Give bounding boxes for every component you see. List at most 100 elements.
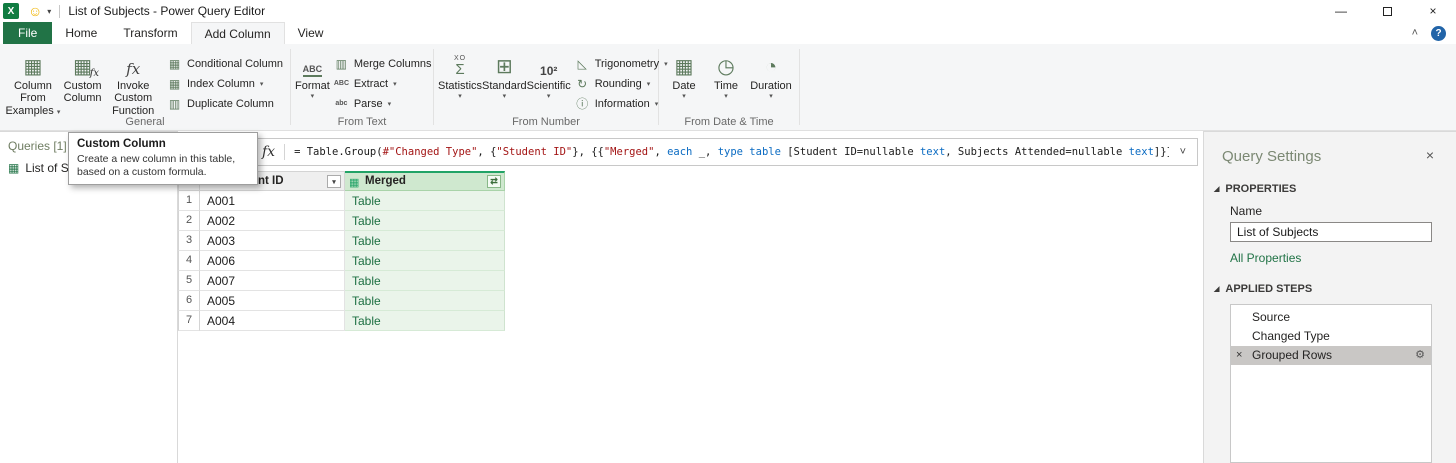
cell-merged-table-link[interactable]: Table — [345, 191, 505, 211]
date-button[interactable]: ▦ Date ▾ — [663, 47, 705, 101]
row-number[interactable]: 6 — [178, 291, 200, 311]
applied-step-grouped-rows[interactable]: × Grouped Rows ⚙ — [1231, 346, 1431, 365]
button-label: Trigonometry — [594, 57, 660, 70]
tab-file[interactable]: File — [3, 22, 53, 44]
cell-student-id[interactable]: A001 — [200, 191, 345, 211]
sigma-icon: Σ — [455, 61, 465, 78]
conditional-column-icon: ▦ — [168, 56, 181, 71]
row-number[interactable]: 7 — [178, 311, 200, 331]
properties-section-header[interactable]: ◢ PROPERTIES — [1214, 183, 1456, 195]
button-label: Custom Column — [63, 80, 102, 105]
format-icon: ABC — [302, 50, 323, 77]
ribbon-add-column: ▦ Column From Examples ▾ ▦ fx Custom Colu… — [0, 44, 1456, 131]
table-type-icon: ▦ — [349, 177, 360, 189]
rounding-button[interactable]: ↻ Rounding ▾ — [571, 74, 672, 93]
row-number[interactable]: 1 — [178, 191, 200, 211]
maximize-button[interactable] — [1364, 0, 1410, 22]
close-button[interactable]: × — [1410, 0, 1456, 22]
conditional-column-button[interactable]: ▦ Conditional Column — [163, 54, 287, 73]
duration-button[interactable]: ◔ Duration ▾ — [747, 47, 795, 101]
custom-column-icon: ▦ fx — [73, 50, 99, 79]
dropdown-arrow-icon: ▾ — [646, 80, 651, 88]
filter-dropdown-icon[interactable]: ▾ — [327, 175, 341, 188]
column-header-merged[interactable]: ▦ Merged ⇄ — [345, 171, 505, 191]
index-column-button[interactable]: ▦ Index Column ▾ — [163, 74, 287, 93]
row-number[interactable]: 4 — [178, 251, 200, 271]
tab-home[interactable]: Home — [52, 22, 110, 44]
formula-token: text — [919, 146, 946, 158]
edit-step-settings-icon[interactable]: ⚙ — [1415, 346, 1425, 365]
button-label: Time — [713, 80, 739, 92]
cell-student-id[interactable]: A004 — [200, 311, 345, 331]
applied-step-changed-type[interactable]: Changed Type — [1231, 327, 1431, 346]
formula-bar: fx = Table.Group(#"Changed Type", {"Stud… — [250, 138, 1198, 166]
help-icon[interactable]: ? — [1431, 25, 1446, 41]
query-settings-pane: Query Settings × ◢ PROPERTIES Name All P… — [1203, 131, 1456, 463]
row-number[interactable]: 3 — [178, 231, 200, 251]
cell-merged-table-link[interactable]: Table — [345, 291, 505, 311]
invoke-custom-function-icon: fx — [126, 50, 140, 77]
cell-merged-table-link[interactable]: Table — [345, 211, 505, 231]
cell-student-id[interactable]: A002 — [200, 211, 345, 231]
column-from-examples-button[interactable]: ▦ Column From Examples ▾ — [4, 47, 62, 117]
custom-column-tooltip: Custom Column Create a new column in thi… — [68, 132, 258, 186]
standard-button[interactable]: ⊞ Standard ▾ — [482, 47, 527, 101]
table-row: 2 A002 Table — [178, 211, 506, 231]
expand-column-icon[interactable]: ⇄ — [487, 175, 501, 188]
parse-button[interactable]: abc Parse ▾ — [330, 94, 436, 113]
quick-access-dropdown-icon[interactable]: ▾ — [47, 7, 51, 16]
formula-token: each — [667, 146, 693, 158]
cell-merged-table-link[interactable]: Table — [345, 251, 505, 271]
tab-add-column[interactable]: Add Column — [190, 22, 285, 44]
formula-token: , Subjects Attended=nullable — [945, 146, 1129, 158]
trigonometry-button[interactable]: ◺ Trigonometry ▾ — [571, 54, 672, 73]
section-collapse-icon: ◢ — [1214, 186, 1220, 193]
cell-student-id[interactable]: A007 — [200, 271, 345, 291]
step-label: Source — [1252, 310, 1291, 324]
applied-steps-section-header[interactable]: ◢ APPLIED STEPS — [1214, 283, 1456, 295]
close-query-settings-icon[interactable]: × — [1426, 148, 1434, 162]
extract-button[interactable]: ABC Extract ▾ — [330, 74, 436, 93]
formula-input[interactable]: = Table.Group(#"Changed Type", {"Student… — [294, 146, 1168, 158]
formula-token: "Merged" — [603, 146, 655, 158]
query-name-input[interactable] — [1230, 222, 1432, 242]
invoke-custom-function-button[interactable]: fx Invoke Custom Function — [103, 47, 163, 117]
formula-token: #"Changed Type" — [382, 146, 478, 158]
custom-column-button[interactable]: ▦ fx Custom Column — [62, 47, 104, 105]
all-properties-link[interactable]: All Properties — [1230, 251, 1456, 265]
cell-merged-table-link[interactable]: Table — [345, 311, 505, 331]
scientific-icon: 10² — [540, 50, 557, 77]
tab-view[interactable]: View — [285, 22, 337, 44]
group-label-from-text: From Text — [337, 116, 387, 128]
scientific-button[interactable]: 10² Scientific ▾ — [527, 47, 571, 101]
row-number[interactable]: 5 — [178, 271, 200, 291]
formula-expand-icon[interactable]: ˅ — [1169, 146, 1197, 158]
cell-student-id[interactable]: A006 — [200, 251, 345, 271]
tooltip-title: Custom Column — [77, 138, 166, 150]
formula-token: , — [654, 146, 668, 158]
general-small-buttons: ▦ Conditional Column ▦ Index Column ▾ ▥ … — [163, 47, 287, 113]
time-button[interactable]: ◷ Time ▾ — [705, 47, 747, 101]
merge-columns-button[interactable]: ▥ Merge Columns — [330, 54, 436, 73]
row-number[interactable]: 2 — [178, 211, 200, 231]
format-button[interactable]: ABC Format ▾ — [295, 47, 330, 101]
standard-icon: ⊞ — [495, 56, 513, 78]
ribbon-separator — [799, 49, 800, 125]
dropdown-arrow-icon: ▾ — [458, 93, 462, 101]
duplicate-column-button[interactable]: ▥ Duplicate Column — [163, 94, 287, 113]
titlebar-separator — [59, 4, 61, 18]
information-button[interactable]: ⓘ Information ▾ — [571, 94, 672, 113]
minimize-button[interactable]: — — [1318, 0, 1364, 22]
collapse-ribbon-icon[interactable]: ˄ — [1412, 27, 1418, 39]
column-from-examples-icon: ▦ — [23, 56, 43, 78]
cell-merged-table-link[interactable]: Table — [345, 271, 505, 291]
cell-merged-table-link[interactable]: Table — [345, 231, 505, 251]
tab-transform[interactable]: Transform — [110, 22, 190, 44]
button-label: Information — [594, 97, 650, 110]
applied-step-source[interactable]: Source — [1231, 308, 1431, 327]
statistics-button[interactable]: XO Σ Statistics ▾ — [438, 47, 482, 101]
cell-student-id[interactable]: A005 — [200, 291, 345, 311]
delete-step-icon[interactable]: × — [1236, 346, 1242, 365]
feedback-smiley-icon[interactable]: ☺ — [28, 4, 42, 18]
cell-student-id[interactable]: A003 — [200, 231, 345, 251]
